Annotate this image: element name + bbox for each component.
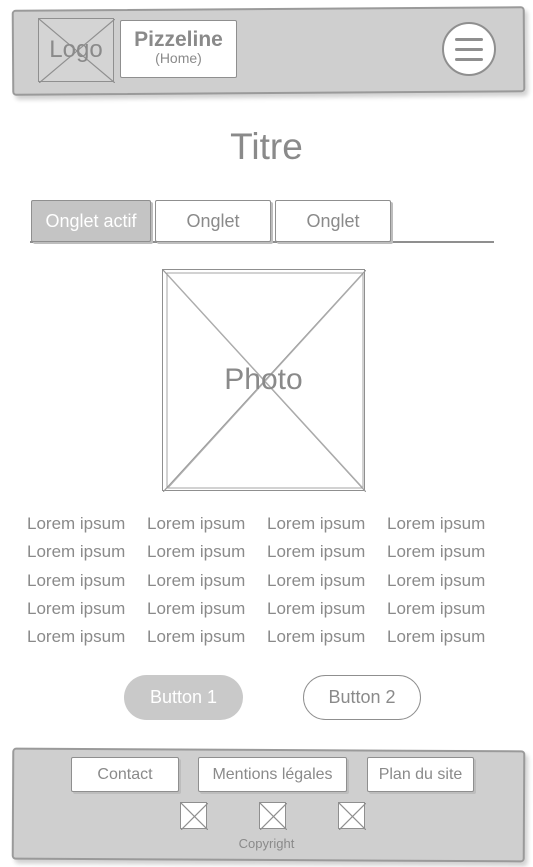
button-2[interactable]: Button 2 — [303, 675, 421, 720]
tab-3[interactable]: Onglet — [275, 200, 391, 242]
page-title: Titre — [230, 126, 303, 167]
lorem-text: Lorem ipsum — [147, 514, 246, 533]
home-link[interactable]: Pizzeline (Home) — [120, 20, 237, 78]
menu-line — [455, 48, 483, 51]
lorem-text: Lorem ipsum — [147, 542, 246, 562]
lorem-text: Lorem ipsum — [147, 598, 246, 618]
brand-subtitle: (Home) — [155, 50, 202, 66]
tab-2[interactable]: Onglet — [155, 200, 271, 242]
lorem-text: Lorem ipsum — [27, 514, 126, 533]
lorem-text: Lorem ipsum — [387, 627, 486, 647]
lorem-row: Lorem ipsum Lorem ipsum Lorem ipsum Lore… — [27, 599, 507, 627]
lorem-text: Lorem ipsum — [267, 514, 366, 533]
lorem-text: Lorem ipsum — [147, 570, 246, 590]
footer-link-legal-notice[interactable]: Mentions légales — [198, 757, 347, 792]
lorem-text: Lorem ipsum — [267, 542, 366, 562]
lorem-text: Lorem ipsum — [27, 627, 126, 647]
menu-line — [455, 38, 483, 41]
tab-active[interactable]: Onglet actif — [31, 200, 151, 242]
lorem-row: Lorem ipsum Lorem ipsum Lorem ipsum Lore… — [27, 514, 507, 542]
lorem-text: Lorem ipsum — [387, 570, 486, 590]
lorem-text: Lorem ipsum — [387, 598, 486, 618]
cross-icon — [181, 803, 208, 830]
lorem-text: Lorem ipsum — [387, 514, 486, 533]
lorem-text: Lorem ipsum — [267, 627, 366, 647]
button-1[interactable]: Button 1 — [124, 675, 243, 720]
cross-icon — [260, 803, 287, 830]
lorem-text: Lorem ipsum — [267, 570, 366, 590]
logo-label: Logo — [49, 36, 103, 63]
lorem-text: Lorem ipsum — [27, 570, 126, 590]
lorem-text: Lorem ipsum — [147, 627, 246, 647]
lorem-text: Lorem ipsum — [387, 542, 486, 562]
hamburger-menu-icon[interactable] — [442, 22, 496, 76]
placeholder-image-icon[interactable] — [180, 802, 208, 830]
footer-link-sitemap[interactable]: Plan du site — [367, 757, 474, 792]
cross-icon — [339, 803, 366, 830]
photo-placeholder: Photo — [162, 269, 366, 492]
footer-link-contact[interactable]: Contact — [71, 757, 179, 792]
lorem-text: Lorem ipsum — [267, 598, 366, 618]
lorem-row: Lorem ipsum Lorem ipsum Lorem ipsum Lore… — [27, 627, 507, 655]
photo-label: Photo — [224, 363, 303, 396]
placeholder-image-icon[interactable] — [338, 802, 366, 830]
lorem-row: Lorem ipsum Lorem ipsum Lorem ipsum Lore… — [27, 542, 507, 570]
logo[interactable]: Logo — [38, 18, 115, 83]
menu-line — [455, 58, 483, 61]
copyright-text: Copyright — [238, 836, 295, 851]
brand-name: Pizzeline — [134, 28, 223, 51]
lorem-row: Lorem ipsum Lorem ipsum Lorem ipsum Lore… — [27, 571, 507, 599]
lorem-text-grid: Lorem ipsum Lorem ipsum Lorem ipsum Lore… — [27, 514, 507, 655]
placeholder-image-icon[interactable] — [259, 802, 287, 830]
lorem-text: Lorem ipsum — [27, 598, 126, 618]
lorem-text: Lorem ipsum — [27, 542, 126, 562]
